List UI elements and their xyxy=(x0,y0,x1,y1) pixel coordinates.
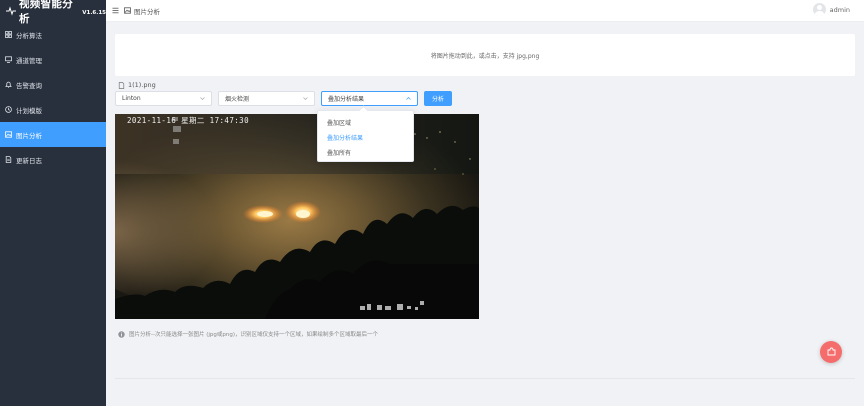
usage-note-text: 图片分析--次只能选择一张图片 (jpg或png)，识别区域仅支持一个区域，如果… xyxy=(129,332,378,338)
sidebar-item-label: 告警查询 xyxy=(16,81,42,90)
sidebar-item-label: 图片分析 xyxy=(16,131,42,140)
image-timestamp: 2021-11-16 星期二 17:47:30 xyxy=(127,116,250,125)
chevron-down-icon xyxy=(200,96,205,101)
user-menu[interactable]: admin xyxy=(812,3,850,16)
model-select-value: Linton xyxy=(122,95,141,102)
analyze-button[interactable]: 分析 xyxy=(424,91,452,106)
image-icon xyxy=(5,131,12,138)
file-name: 1(1).png xyxy=(128,81,156,89)
fire-scene-image xyxy=(115,114,479,319)
overlay-select-value: 叠加分析结果 xyxy=(328,96,365,103)
pulse-logo-icon xyxy=(6,6,16,16)
main-content: 将图片拖动到此，或点击，支持 jpg,png 1(1).png Linton 烟… xyxy=(106,23,864,406)
dropdown-option-result[interactable]: 叠加分析结果 xyxy=(318,130,413,145)
usage-note: 图片分析--次只能选择一张图片 (jpg或png)，识别区域仅支持一个区域，如果… xyxy=(118,330,378,338)
sidebar-item-changelog[interactable]: 更新日志 xyxy=(0,147,106,172)
brand: 视频智能分析 V1.6.15 xyxy=(0,0,106,25)
sidebar-item-alarms[interactable]: 告警查询 xyxy=(0,72,106,97)
overlay-select[interactable]: 叠加分析结果 xyxy=(321,91,418,106)
app-title: 视频智能分析 xyxy=(19,0,73,25)
chevron-down-icon xyxy=(303,96,308,101)
selected-file: 1(1).png xyxy=(118,81,156,89)
dropdown-option-all[interactable]: 叠加所有 xyxy=(318,145,413,160)
overlay-dropdown: 叠加区域 叠加分析结果 叠加所有 xyxy=(317,105,414,162)
analysis-toolbar: Linton 烟火检测 叠加分析结果 分析 xyxy=(115,91,452,106)
sidebar-item-image-analysis[interactable]: 图片分析 xyxy=(0,122,106,147)
puzzle-icon xyxy=(827,347,836,358)
avatar[interactable] xyxy=(812,3,826,16)
analysis-image: 2021-11-16 星期二 17:47:30 xyxy=(115,114,479,319)
algorithm-select[interactable]: 烟火检测 xyxy=(218,91,315,106)
upload-dropzone[interactable]: 将图片拖动到此，或点击，支持 jpg,png xyxy=(115,34,855,76)
sidebar-item-label: 分析算法 xyxy=(16,31,42,40)
top-header: 图片分析 admin xyxy=(106,0,864,22)
bell-icon xyxy=(5,81,12,88)
monitor-icon xyxy=(5,56,12,63)
sidebar: 视频智能分析 V1.6.15 分析算法 通道管理 告警查询 计划模版 图片分析 … xyxy=(0,0,106,406)
grid-icon xyxy=(5,31,12,38)
floating-action-button[interactable] xyxy=(820,341,842,363)
image-icon xyxy=(124,7,131,14)
sidebar-menu: 分析算法 通道管理 告警查询 计划模版 图片分析 更新日志 xyxy=(0,22,106,172)
algorithm-select-value: 烟火检测 xyxy=(225,96,250,103)
model-select[interactable]: Linton xyxy=(115,91,212,106)
breadcrumb: 图片分析 xyxy=(134,7,160,16)
sidebar-item-channels[interactable]: 通道管理 xyxy=(0,47,106,72)
menu-toggle-icon[interactable] xyxy=(112,7,119,14)
username[interactable]: admin xyxy=(830,6,850,14)
sidebar-item-label: 计划模版 xyxy=(16,106,42,115)
dropdown-option-region[interactable]: 叠加区域 xyxy=(318,115,413,130)
sidebar-item-label: 通道管理 xyxy=(16,56,42,65)
divider xyxy=(115,378,855,379)
info-icon xyxy=(118,330,125,338)
upload-hint: 将图片拖动到此，或点击，支持 jpg,png xyxy=(430,52,540,60)
document-icon xyxy=(5,156,12,163)
chevron-up-icon xyxy=(406,96,411,101)
sidebar-item-schedules[interactable]: 计划模版 xyxy=(0,97,106,122)
sidebar-item-label: 更新日志 xyxy=(16,156,42,165)
app-version: V1.6.15 xyxy=(82,9,106,16)
clock-icon xyxy=(5,106,12,113)
file-icon xyxy=(118,81,125,89)
